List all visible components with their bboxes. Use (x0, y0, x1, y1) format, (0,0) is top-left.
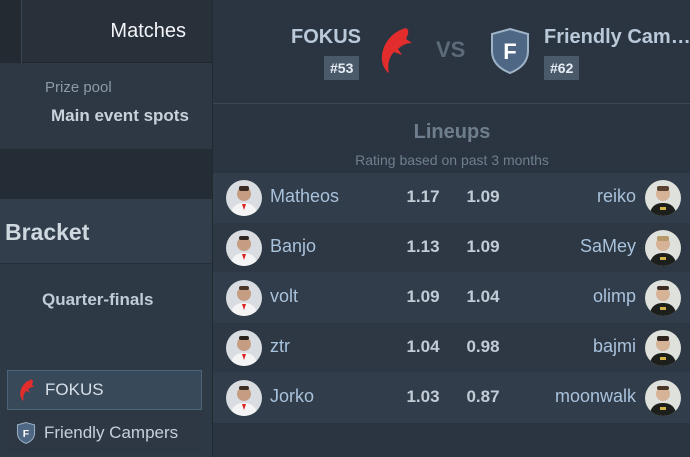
vs-label: VS (436, 37, 466, 62)
main-event-spots-label: Main event spots (51, 106, 189, 125)
svg-text:F: F (503, 39, 516, 64)
lineup-row: Jorko 1.03 0.87 moonwalk (213, 373, 690, 422)
player-rating: 1.13 (406, 237, 440, 256)
lineups-subtitle: Rating based on past 3 months (355, 152, 549, 168)
player-avatar[interactable] (226, 380, 262, 416)
player-avatar[interactable] (226, 230, 262, 266)
bracket-header: Bracket (0, 199, 212, 264)
player-rating: 0.98 (466, 337, 500, 356)
lineup-row: Banjo 1.13 1.09 SaMey (213, 223, 690, 272)
player-avatar[interactable] (645, 380, 681, 416)
player-rating: 1.03 (406, 387, 440, 406)
player-rating: 1.09 (466, 237, 500, 256)
team1-name[interactable]: FOKUS (291, 26, 361, 49)
match-header: FOKUS #53 VS F Friendly Campers #62 (213, 0, 690, 104)
fokus-logo-icon (16, 378, 38, 402)
player-name-link[interactable]: Matheos (270, 186, 339, 207)
bracket-team-friendly-campers[interactable]: F Friendly Campers (7, 413, 202, 453)
match-panel: FOKUS #53 VS F Friendly Campers #62 Line… (212, 0, 690, 457)
player-avatar[interactable] (226, 280, 262, 316)
tab-bar: Matches (0, 0, 212, 63)
round-title: Quarter-finals (42, 290, 154, 309)
divider-band (0, 149, 212, 199)
player-avatar[interactable] (226, 180, 262, 216)
player-rating: 1.09 (406, 287, 440, 306)
fokus-logo-icon[interactable] (376, 25, 416, 75)
team1-rank-badge: #53 (324, 56, 360, 80)
svg-text:F: F (23, 429, 30, 440)
player-avatar[interactable] (645, 180, 681, 216)
player-rating: 1.09 (466, 187, 500, 206)
team2-rank-badge: #62 (544, 56, 580, 80)
player-name-link[interactable]: bajmi (593, 336, 636, 357)
player-name-link[interactable]: olimp (593, 286, 636, 307)
player-rating: 1.04 (466, 287, 500, 306)
friendly-campers-logo-icon[interactable]: F (489, 27, 531, 75)
prize-pool-label: Prize pool (45, 79, 112, 96)
player-name-link[interactable]: SaMey (580, 236, 636, 257)
player-name-link[interactable]: Banjo (270, 236, 316, 257)
player-rating: 0.87 (466, 387, 500, 406)
lineup-row: Matheos 1.17 1.09 reiko (213, 173, 690, 222)
bracket-team-name: FOKUS (45, 380, 104, 399)
lineup-row: volt 1.09 1.04 olimp (213, 273, 690, 322)
player-name-link[interactable]: ztr (270, 336, 290, 357)
bracket-title: Bracket (5, 219, 90, 245)
event-sidebar: Matches Prize pool Main event spots Brac… (0, 0, 212, 457)
tab-previous[interactable] (0, 0, 22, 63)
player-avatar[interactable] (645, 230, 681, 266)
bracket-team-name: Friendly Campers (44, 423, 179, 442)
player-rating: 1.04 (406, 337, 440, 356)
player-avatar[interactable] (226, 330, 262, 366)
player-name-link[interactable]: moonwalk (555, 386, 636, 407)
player-name-link[interactable]: reiko (597, 186, 636, 207)
tab-matches[interactable]: Matches (22, 0, 212, 63)
player-name-link[interactable]: volt (270, 286, 298, 307)
bracket-team-fokus[interactable]: FOKUS (7, 370, 202, 410)
friendly-campers-logo-icon: F (15, 421, 37, 445)
player-name-link[interactable]: Jorko (270, 386, 314, 407)
lineups-table: Matheos 1.17 1.09 reiko Banjo 1.13 1.09 … (213, 173, 690, 423)
player-avatar[interactable] (645, 330, 681, 366)
player-avatar[interactable] (645, 280, 681, 316)
team2-name[interactable]: Friendly Campers (544, 26, 690, 49)
lineups-title: Lineups (413, 121, 491, 143)
player-rating: 1.17 (406, 187, 440, 206)
prize-info: Prize pool Main event spots (0, 63, 212, 149)
lineup-row: ztr 1.04 0.98 bajmi (213, 323, 690, 372)
